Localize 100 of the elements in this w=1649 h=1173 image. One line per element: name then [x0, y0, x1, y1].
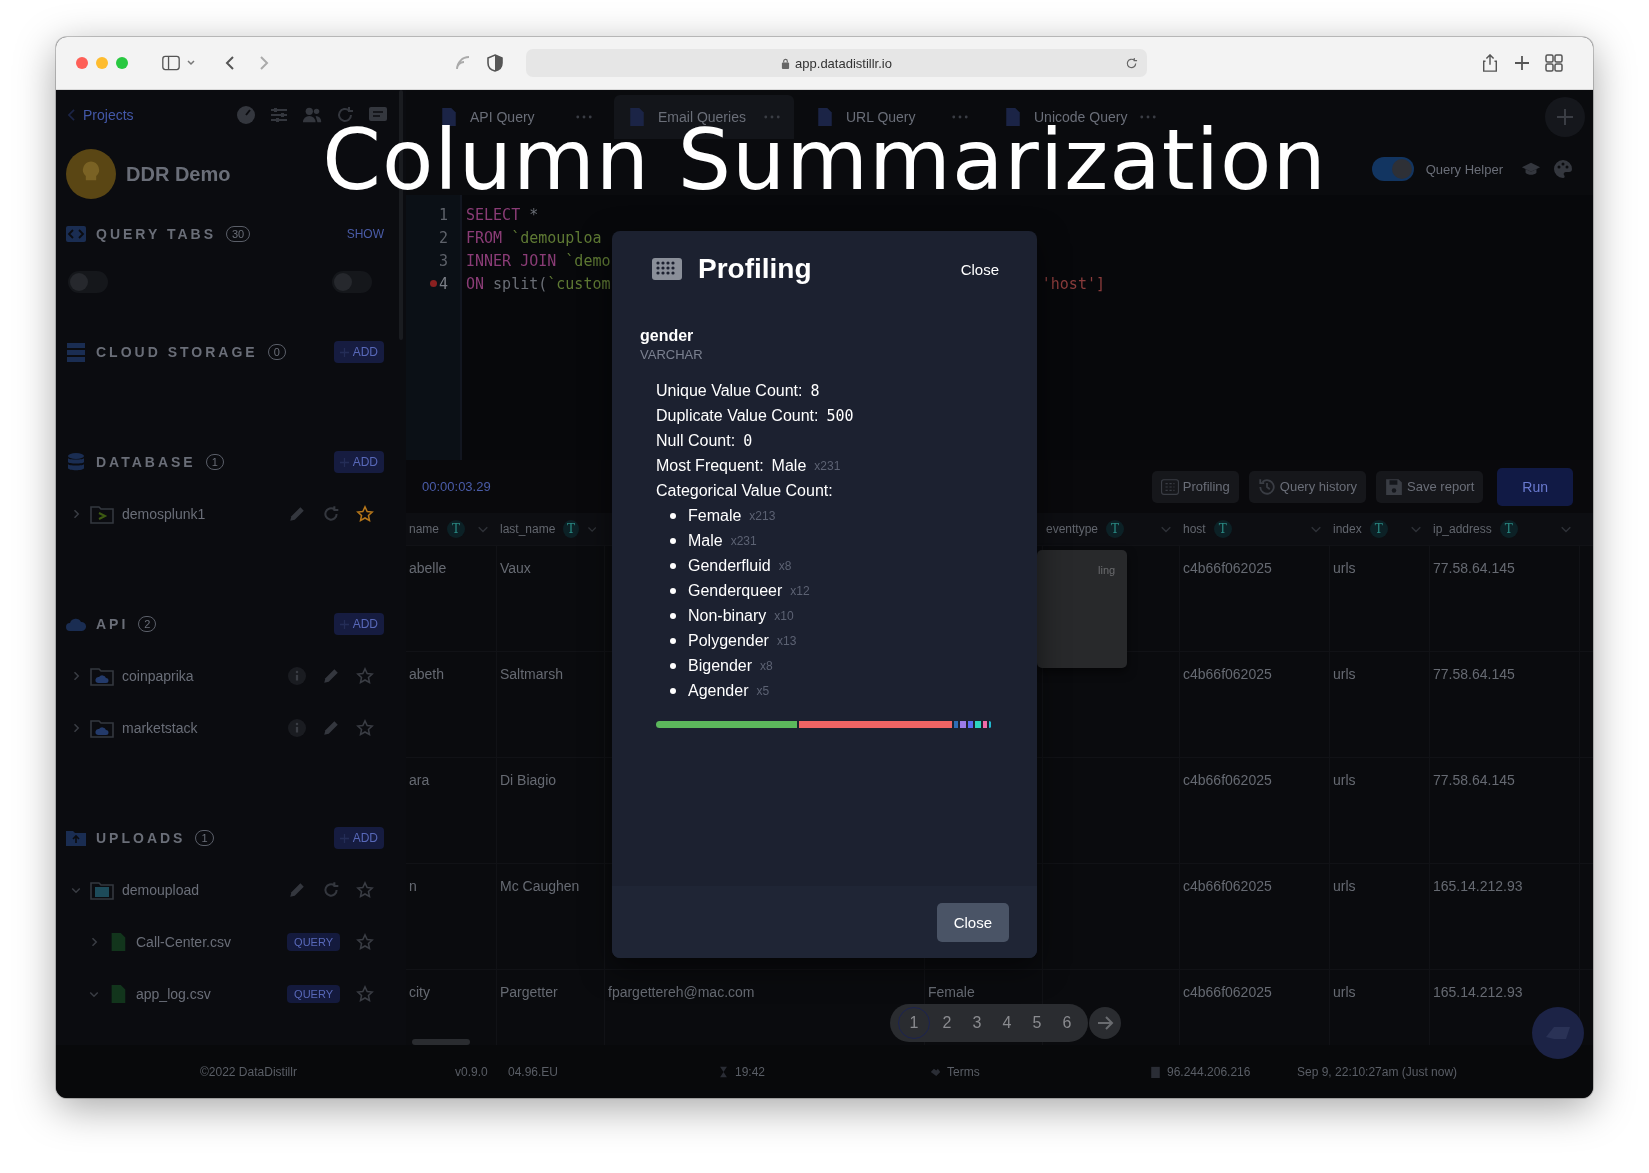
refresh-icon[interactable] [322, 881, 340, 899]
show-link[interactable]: SHOW [346, 227, 384, 241]
info-icon[interactable] [288, 667, 306, 685]
toggle-switch[interactable] [68, 271, 108, 293]
sidebar-toggle-icon[interactable] [162, 54, 180, 72]
add-button[interactable]: ADD [333, 613, 384, 635]
column-header[interactable]: eventtype [1046, 522, 1099, 536]
more-icon[interactable] [952, 114, 968, 119]
gauge-icon[interactable] [236, 105, 256, 125]
table-cell: 77.58.64.145 [1433, 772, 1515, 788]
users-icon[interactable] [302, 105, 322, 125]
toolbar-button[interactable]: Profiling [1151, 470, 1239, 503]
code-line: FROM `demouploa [466, 228, 602, 247]
terms-link[interactable]: Terms [947, 1064, 980, 1079]
projects-link[interactable]: Projects [66, 107, 134, 123]
column-header[interactable]: last_name [500, 522, 556, 536]
category-name: Polygender [688, 631, 769, 650]
star-icon[interactable] [356, 505, 374, 523]
sidebar-item[interactable]: marketstack [122, 720, 198, 736]
column-header[interactable]: host [1183, 522, 1206, 536]
stat-value: Male [771, 456, 807, 475]
stat-label: Duplicate Value Count: [656, 406, 819, 425]
sidebar-item[interactable]: app_log.csv [136, 986, 211, 1002]
pencil-icon[interactable] [288, 505, 306, 523]
sidebar-item[interactable]: demoupload [122, 882, 200, 898]
shield-icon[interactable] [486, 54, 504, 72]
stat-label: Null Count: [656, 431, 736, 450]
upload-folder-icon [66, 828, 86, 848]
pencil-icon[interactable] [322, 667, 340, 685]
table-cell: 77.58.64.145 [1433, 560, 1515, 576]
chat-button-icon[interactable] [1532, 1007, 1584, 1059]
more-icon[interactable] [764, 114, 780, 119]
toolbar-button[interactable]: Query history [1248, 470, 1367, 503]
run-button[interactable]: Run [1497, 467, 1573, 506]
page-button[interactable]: 3 [964, 1008, 990, 1038]
add-button[interactable]: ADD [333, 827, 384, 849]
reload-icon[interactable] [1125, 56, 1138, 70]
projects-link-text[interactable]: Projects [83, 107, 134, 123]
toggle-switch[interactable] [1371, 157, 1414, 181]
page-button[interactable]: 5 [1024, 1008, 1050, 1038]
sidebar-item[interactable]: demosplunk1 [122, 506, 206, 522]
add-button[interactable]: ADD [333, 341, 384, 363]
table-cell: Di Biagio [500, 772, 557, 788]
folder-icon [90, 718, 114, 738]
toggle-switch[interactable] [332, 271, 372, 293]
feed-icon[interactable] [454, 54, 472, 72]
close-button[interactable]: Close [936, 902, 1009, 942]
folder-icon [90, 880, 114, 900]
category-name: Male [688, 531, 723, 550]
server-icon [66, 342, 86, 362]
sliders-icon[interactable] [269, 105, 289, 125]
page-button[interactable]: 6 [1054, 1008, 1080, 1038]
refresh-icon[interactable] [335, 105, 355, 125]
column-header[interactable]: ip_address [1433, 522, 1492, 536]
type-badge: T [563, 520, 579, 538]
project-avatar-icon [66, 149, 116, 199]
next-page-icon[interactable] [1089, 1007, 1121, 1039]
type-badge: T [1499, 520, 1518, 538]
star-icon[interactable] [356, 985, 374, 1003]
toggle-label: Query Helper [1425, 161, 1503, 177]
sidebar-item[interactable]: coinpaprika [122, 668, 194, 684]
table-cell: Mc Caughen [500, 878, 580, 894]
column-name: gender [640, 327, 695, 345]
table-cell: urls [1333, 666, 1356, 682]
query-button[interactable]: QUERY [287, 933, 340, 951]
star-icon[interactable] [356, 881, 374, 899]
toolbar-button[interactable]: Save report [1376, 470, 1484, 503]
type-badge: T [447, 520, 466, 538]
star-icon[interactable] [356, 933, 374, 951]
add-button[interactable]: ADD [333, 451, 384, 473]
window-controls[interactable] [76, 57, 128, 69]
count-text: x12 [790, 583, 810, 598]
column-header[interactable]: name [409, 522, 440, 536]
stat-label: Most Frequent: [656, 456, 764, 475]
sidebar-item[interactable]: Call-Center.csv [136, 934, 231, 950]
table-cell: c4b66f062025 [1183, 772, 1272, 788]
more-icon[interactable] [576, 114, 592, 119]
stat-value: 8 [810, 381, 820, 400]
pencil-icon[interactable] [322, 719, 340, 737]
add-tab-icon[interactable] [1545, 96, 1585, 137]
plus-icon[interactable] [1513, 54, 1531, 72]
query-button[interactable]: QUERY [287, 985, 340, 1003]
column-header[interactable]: index [1333, 522, 1362, 536]
status-text: Sep 9, 22:10:27am (Just now) [1297, 1064, 1458, 1079]
star-icon[interactable] [356, 667, 374, 685]
count-text: x231 [730, 533, 757, 548]
star-icon[interactable] [356, 719, 374, 737]
chevron-down-icon[interactable] [186, 58, 196, 68]
refresh-icon[interactable] [322, 505, 340, 523]
address-bar[interactable]: app.datadistillr.io [526, 49, 1147, 77]
close-link[interactable]: Close [960, 260, 999, 278]
page-button[interactable]: 2 [934, 1008, 960, 1038]
info-icon[interactable] [288, 719, 306, 737]
tab-overview-icon[interactable] [1545, 54, 1563, 72]
menu-item[interactable]: ling [1098, 564, 1116, 576]
share-icon[interactable] [1481, 54, 1499, 72]
page-button[interactable]: 4 [994, 1008, 1020, 1038]
more-icon[interactable] [1140, 114, 1156, 119]
pencil-icon[interactable] [288, 881, 306, 899]
palette-icon[interactable] [1553, 159, 1573, 179]
